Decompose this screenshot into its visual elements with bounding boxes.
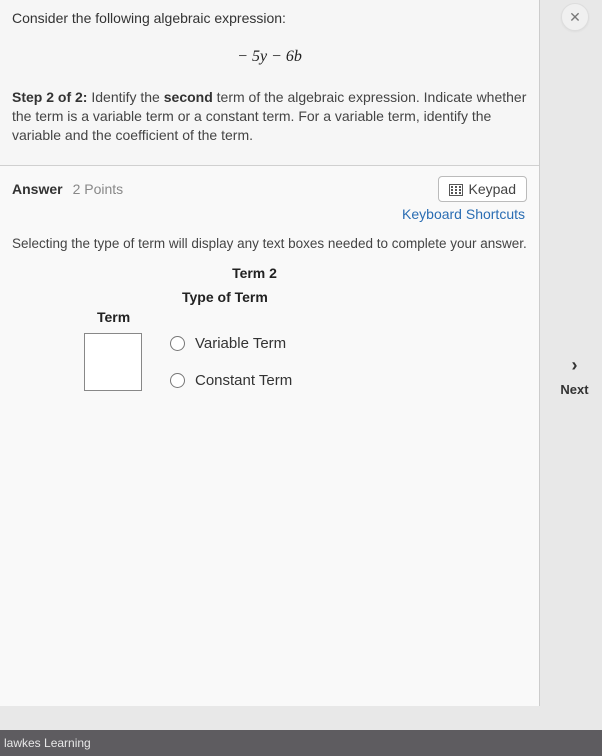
keypad-icon [449, 183, 463, 195]
main-panel: Consider the following algebraic express… [0, 0, 540, 706]
answer-bar: Answer 2 Points Keypad [0, 166, 539, 204]
radio-variable-label: Variable Term [195, 335, 286, 352]
radio-icon [170, 336, 185, 351]
question-intro: Consider the following algebraic express… [12, 10, 527, 26]
step-text-pre: Identify the [87, 89, 163, 105]
term-area: Term 2 Type of Term Term Variable Term C… [0, 265, 539, 391]
step-instructions: Step 2 of 2: Identify the second term of… [12, 88, 527, 145]
keyboard-shortcuts-link[interactable]: Keyboard Shortcuts [0, 204, 539, 228]
term2-heading: Term 2 [0, 265, 527, 281]
helper-text: Selecting the type of term will display … [0, 228, 539, 265]
chevron-right-icon: › [547, 355, 602, 376]
answer-area: Answer 2 Points Keypad Keyboard Shortcut… [0, 166, 539, 706]
footer-branding: lawkes Learning [0, 730, 602, 756]
radio-variable-term[interactable]: Variable Term [170, 335, 292, 352]
type-of-term-heading: Type of Term [182, 289, 527, 305]
term-heading: Term [97, 309, 527, 325]
term-input-row: Variable Term Constant Term [84, 333, 527, 391]
radio-icon [170, 373, 185, 388]
close-button[interactable]: ✕ [561, 3, 589, 31]
next-label: Next [547, 382, 602, 397]
term-input[interactable] [84, 333, 142, 391]
term-type-radio-group: Variable Term Constant Term [170, 335, 292, 389]
step-bold-word: second [164, 89, 213, 105]
step-label: Step 2 of 2: [12, 89, 87, 105]
algebraic-expression: − 5y − 6b [12, 48, 527, 66]
next-button[interactable]: › Next [547, 355, 602, 397]
points-label: 2 Points [73, 181, 124, 197]
keypad-button[interactable]: Keypad [438, 176, 527, 202]
keypad-label: Keypad [469, 181, 516, 197]
close-icon: ✕ [569, 9, 581, 25]
answer-label: Answer [12, 181, 63, 197]
question-block: Consider the following algebraic express… [0, 0, 539, 166]
radio-constant-term[interactable]: Constant Term [170, 372, 292, 389]
radio-constant-label: Constant Term [195, 372, 292, 389]
